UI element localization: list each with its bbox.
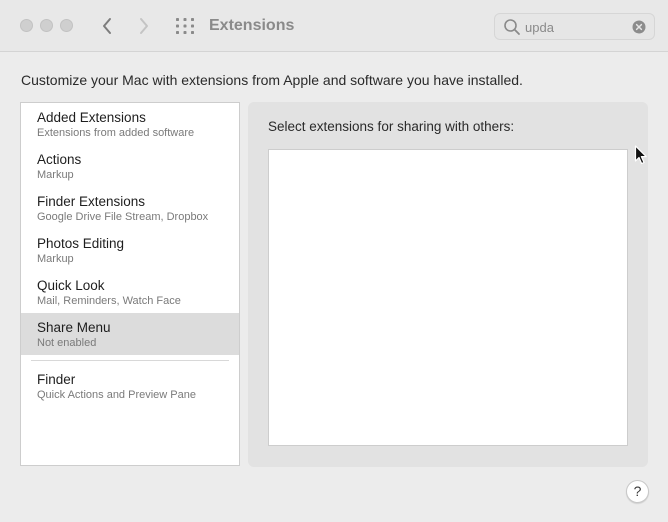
close-window-button[interactable]	[20, 19, 33, 32]
sidebar-item-subtitle: Extensions from added software	[37, 127, 195, 139]
search-field[interactable]	[494, 13, 655, 40]
sidebar-item-finder[interactable]: Finder Quick Actions and Preview Pane	[21, 365, 239, 407]
sidebar-item-added-extensions[interactable]: Added Extensions Extensions from added s…	[21, 103, 239, 145]
sidebar-item-title: Photos Editing	[37, 236, 125, 251]
sidebar-item-subtitle: Mail, Reminders, Watch Face	[37, 295, 181, 307]
share-menu-panel: Select extensions for sharing with other…	[248, 102, 648, 467]
minimize-window-button[interactable]	[40, 19, 53, 32]
grid-icon	[176, 18, 194, 34]
search-icon	[504, 19, 520, 35]
sidebar-item-subtitle: Quick Actions and Preview Pane	[37, 389, 196, 401]
title-bar: Extensions	[0, 0, 668, 52]
sidebar-item-quick-look[interactable]: Quick Look Mail, Reminders, Watch Face	[21, 271, 239, 313]
sidebar-item-title: Quick Look	[37, 278, 105, 293]
sidebar-item-title: Added Extensions	[37, 110, 146, 125]
show-all-button[interactable]	[175, 16, 195, 36]
sidebar-item-share-menu[interactable]: Share Menu Not enabled	[21, 313, 239, 355]
extensions-window: Extensions Customize your Mac with exten…	[0, 0, 668, 522]
extensions-sidebar: Added Extensions Extensions from added s…	[20, 102, 240, 466]
sidebar-item-photos-editing[interactable]: Photos Editing Markup	[21, 229, 239, 271]
search-input[interactable]	[525, 18, 625, 36]
sidebar-item-title: Finder Extensions	[37, 194, 146, 209]
chevron-left-icon	[103, 18, 111, 34]
forward-button[interactable]	[133, 14, 155, 38]
sidebar-item-title: Finder	[37, 372, 76, 387]
sidebar-item-actions[interactable]: Actions Markup	[21, 145, 239, 187]
sidebar-item-subtitle: Not enabled	[37, 337, 97, 349]
back-button[interactable]	[96, 14, 118, 38]
sidebar-divider	[31, 360, 229, 361]
intro-text: Customize your Mac with extensions from …	[21, 72, 523, 88]
panel-heading: Select extensions for sharing with other…	[268, 119, 515, 134]
sidebar-item-title: Actions	[37, 152, 82, 167]
sidebar-item-title: Share Menu	[37, 320, 111, 335]
help-button[interactable]: ?	[626, 480, 649, 503]
share-extensions-list[interactable]	[268, 149, 628, 446]
sidebar-item-subtitle: Google Drive File Stream, Dropbox	[37, 211, 209, 223]
sidebar-item-finder-extensions[interactable]: Finder Extensions Google Drive File Stre…	[21, 187, 239, 229]
zoom-window-button[interactable]	[60, 19, 73, 32]
sidebar-item-subtitle: Markup	[37, 169, 74, 181]
mouse-pointer-icon	[634, 145, 647, 165]
chevron-right-icon	[140, 18, 148, 34]
window-title: Extensions	[209, 17, 295, 34]
sidebar-item-subtitle: Markup	[37, 253, 74, 265]
clear-icon[interactable]	[632, 20, 646, 34]
